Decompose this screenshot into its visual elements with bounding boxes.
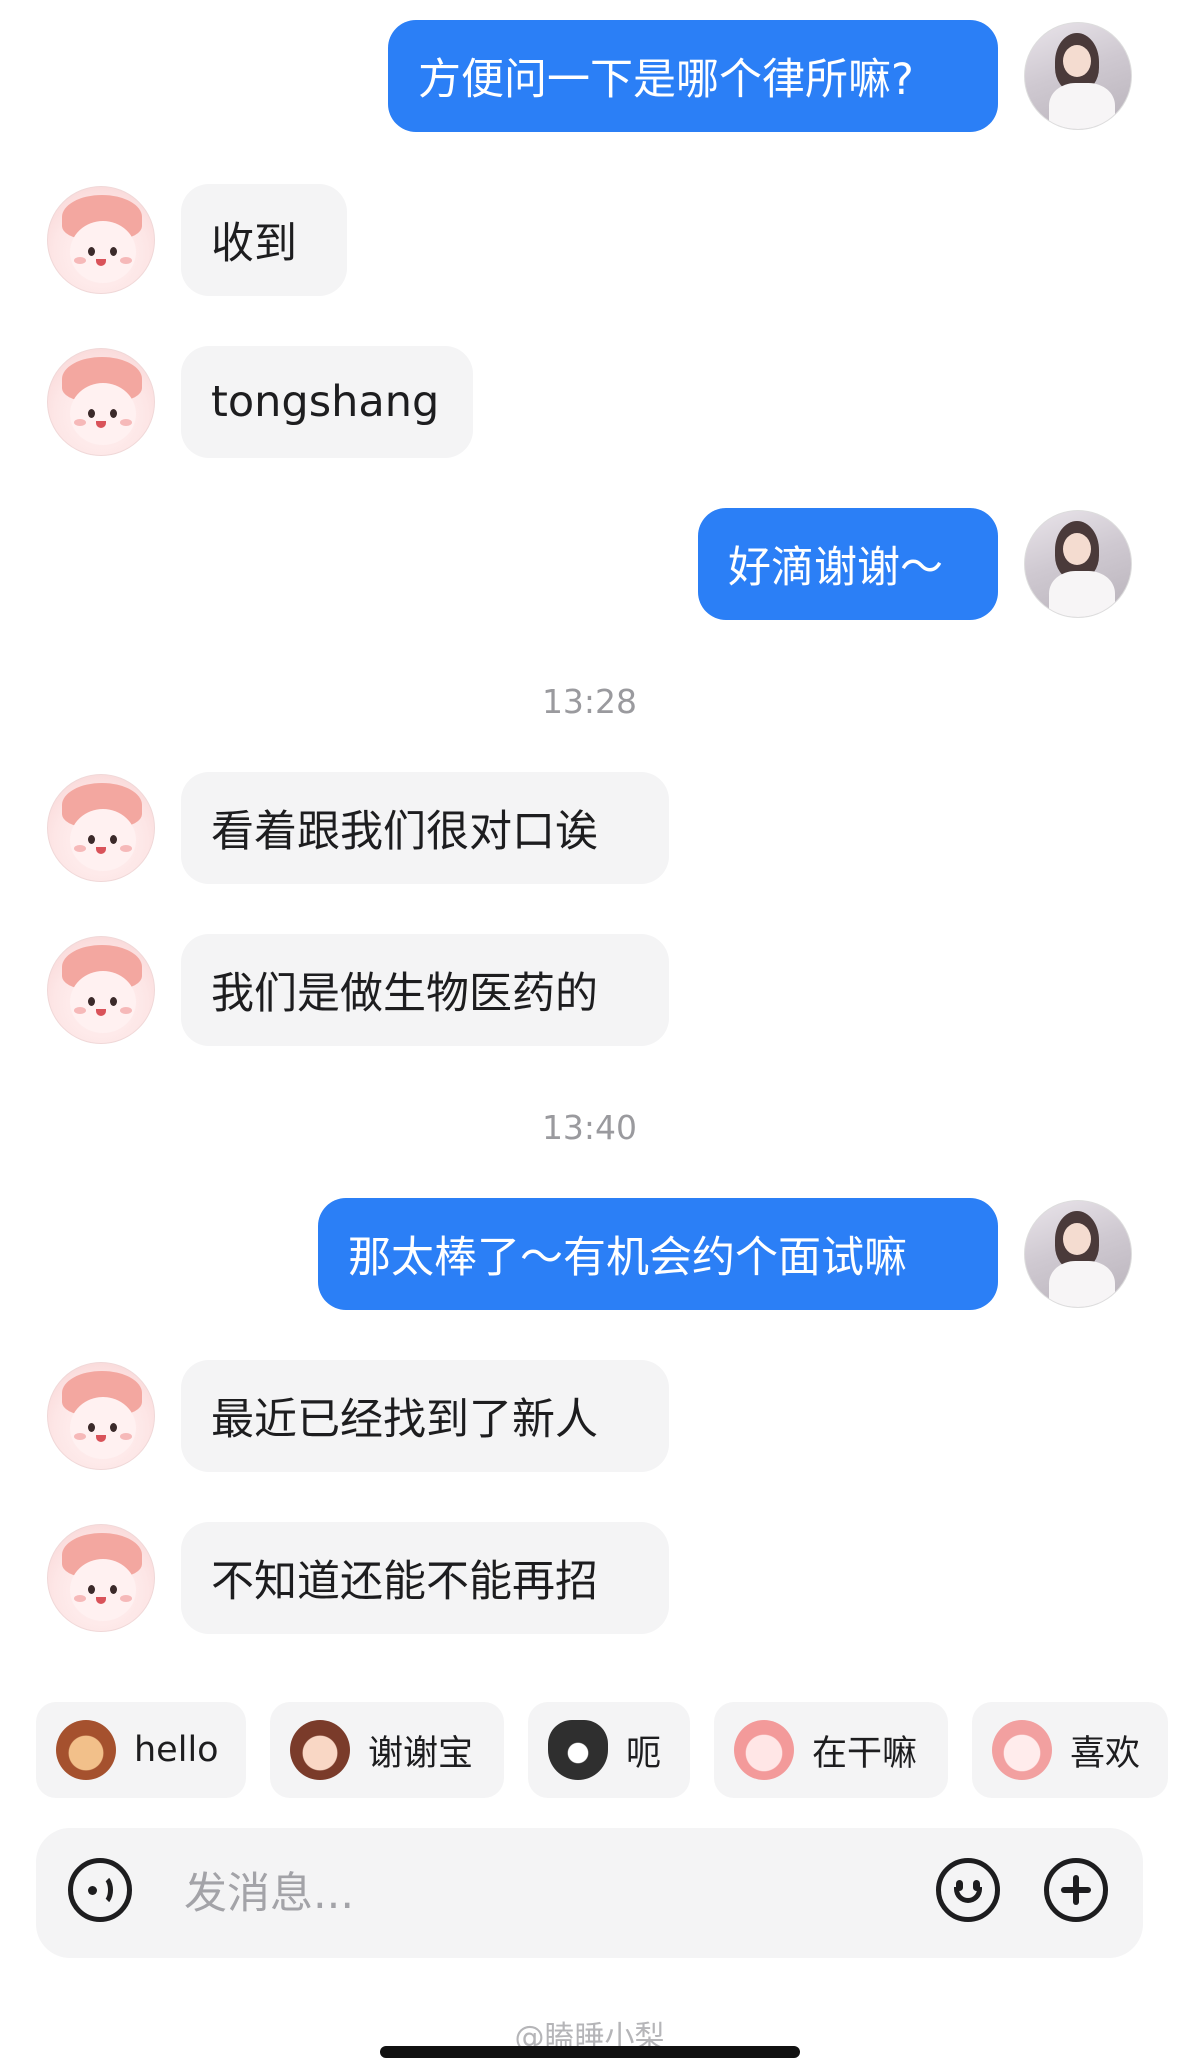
message-row-incoming: 我们是做生物医药的 (0, 934, 1179, 1046)
message-text: 最近已经找到了新人 (211, 1395, 598, 1445)
message-row-outgoing: 方便问一下是哪个律所嘛? (0, 20, 1179, 132)
outgoing-bubble[interactable]: 那太棒了～有机会约个面试嘛 (318, 1198, 998, 1310)
quick-reply-what-doing[interactable]: 在干嘛 (714, 1702, 948, 1798)
outgoing-bubble[interactable]: 方便问一下是哪个律所嘛? (388, 20, 998, 132)
message-input[interactable] (182, 1828, 906, 1960)
message-text: 看着跟我们很对口诶 (211, 807, 598, 857)
peer-avatar[interactable] (47, 774, 155, 882)
message-row-incoming: 看着跟我们很对口诶 (0, 772, 1179, 884)
incoming-bubble[interactable]: 收到 (181, 184, 347, 296)
peer-avatar[interactable] (47, 1362, 155, 1470)
chat-thread: 方便问一下是哪个律所嘛? 收到 tongshang 好滴谢谢～ 13:28 看着… (0, 0, 1179, 1680)
peer-avatar[interactable] (47, 348, 155, 456)
emoji-icon[interactable] (936, 1858, 1000, 1922)
quick-reply-uh[interactable]: 呃 (528, 1702, 690, 1798)
quick-reply-hello[interactable]: hello (36, 1702, 246, 1798)
quick-reply-thanks[interactable]: 谢谢宝 (270, 1702, 504, 1798)
self-avatar[interactable] (1024, 1200, 1132, 1308)
message-text: 收到 (211, 219, 297, 269)
timestamp: 13:40 (541, 1108, 638, 1147)
message-composer (36, 1828, 1143, 1960)
peer-avatar[interactable] (47, 186, 155, 294)
message-row-incoming: tongshang (0, 346, 1179, 458)
incoming-bubble[interactable]: 不知道还能不能再招 (181, 1522, 669, 1634)
incoming-bubble[interactable]: tongshang (181, 346, 473, 458)
message-row-incoming: 最近已经找到了新人 (0, 1360, 1179, 1472)
cat-sticker-icon (548, 1720, 608, 1780)
quick-reply-like[interactable]: 喜欢 (972, 1702, 1168, 1798)
message-text: 我们是做生物医药的 (211, 969, 598, 1019)
quick-reply-label: 谢谢宝 (368, 1733, 474, 1774)
quick-reply-bar: hello 谢谢宝 呃 在干嘛 喜欢 (36, 1702, 1179, 1798)
peer-avatar[interactable] (47, 936, 155, 1044)
love-sticker-icon (992, 1720, 1052, 1780)
peer-avatar[interactable] (47, 1524, 155, 1632)
self-avatar[interactable] (1024, 510, 1132, 618)
message-text: 不知道还能不能再招 (211, 1557, 598, 1607)
message-text: 好滴谢谢～ (728, 543, 943, 593)
quick-reply-label: 呃 (626, 1733, 662, 1774)
message-row-incoming: 不知道还能不能再招 (0, 1522, 1179, 1634)
message-text: 那太棒了～有机会约个面试嘛 (348, 1233, 907, 1283)
message-row-outgoing: 那太棒了～有机会约个面试嘛 (0, 1198, 1179, 1310)
monkey-sticker-icon (56, 1720, 116, 1780)
voice-icon[interactable] (68, 1858, 132, 1922)
quick-reply-label: 在干嘛 (812, 1733, 918, 1774)
message-row-outgoing: 好滴谢谢～ (0, 508, 1179, 620)
magnifier-sticker-icon (734, 1720, 794, 1780)
home-indicator (380, 2046, 800, 2058)
quick-reply-label: 喜欢 (1070, 1733, 1141, 1774)
message-text: tongshang (211, 377, 440, 427)
incoming-bubble[interactable]: 看着跟我们很对口诶 (181, 772, 669, 884)
incoming-bubble[interactable]: 我们是做生物医药的 (181, 934, 669, 1046)
self-avatar[interactable] (1024, 22, 1132, 130)
girl-flower-sticker-icon (290, 1720, 350, 1780)
outgoing-bubble[interactable]: 好滴谢谢～ (698, 508, 998, 620)
timestamp: 13:28 (541, 682, 638, 721)
plus-icon[interactable] (1044, 1858, 1108, 1922)
message-text: 方便问一下是哪个律所嘛? (418, 55, 914, 105)
quick-reply-label: hello (134, 1730, 219, 1770)
incoming-bubble[interactable]: 最近已经找到了新人 (181, 1360, 669, 1472)
message-row-incoming: 收到 (0, 184, 1179, 296)
